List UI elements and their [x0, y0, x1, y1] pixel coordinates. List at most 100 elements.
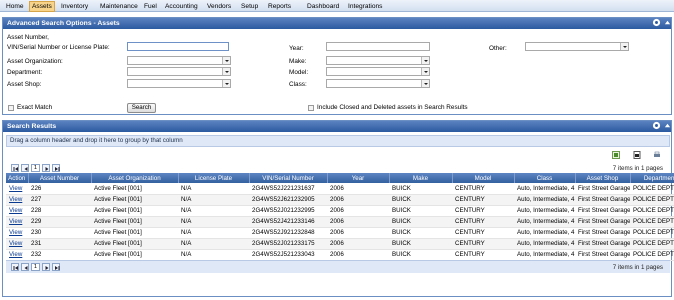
- view-link[interactable]: View: [9, 207, 22, 214]
- class-cell: Auto, Intermediate, 4 (: [514, 194, 575, 206]
- first-page-button[interactable]: [11, 263, 19, 271]
- menu-maintenance[interactable]: Maintenance: [98, 2, 140, 11]
- asset-shop-select[interactable]: [127, 79, 231, 88]
- page-number[interactable]: 1: [31, 263, 40, 271]
- pager-top: 1: [11, 164, 91, 173]
- prev-page-icon: [24, 167, 28, 171]
- vin-cell: 2G4WS52J221231637: [249, 183, 327, 195]
- next-page-button[interactable]: [42, 164, 50, 172]
- collapse-arrow-icon[interactable]: [664, 19, 671, 26]
- model-cell: CENTURY: [452, 227, 514, 239]
- vin-cell: 2G4WS52J421233146: [249, 216, 327, 228]
- last-page-button[interactable]: [52, 164, 60, 172]
- menu-setup[interactable]: Setup: [239, 2, 260, 11]
- search-results-title: Search Results: [7, 123, 57, 130]
- chevron-down-icon: [620, 43, 628, 50]
- asset-shop-label: Asset Shop:: [7, 81, 42, 88]
- collapse-arrow-icon[interactable]: [664, 122, 671, 129]
- model-select[interactable]: [326, 67, 430, 76]
- action-cell: View: [6, 205, 28, 217]
- asset-organization-select[interactable]: [127, 56, 231, 65]
- chevron-down-icon: [222, 68, 230, 75]
- department-cell: POLICE DEPT [81]: [630, 205, 674, 217]
- export-excel-icon[interactable]: [612, 151, 620, 159]
- column-header-asset-shop[interactable]: Asset Shop: [575, 173, 631, 183]
- vin-cell: 2G4WS52J021232995: [249, 205, 327, 217]
- first-page-icon: [13, 266, 18, 270]
- export-pdf-icon[interactable]: [633, 151, 641, 159]
- asset-shop-cell: First Street Garage-FIR: [575, 194, 630, 206]
- advanced-search-title: Advanced Search Options - Assets: [7, 20, 120, 27]
- year-input[interactable]: [326, 42, 430, 51]
- vin-search-input[interactable]: [127, 42, 229, 51]
- gear-icon[interactable]: [652, 121, 661, 130]
- asset-number-cell: 231: [28, 238, 91, 250]
- department-cell: POLICE DEPT [81]: [630, 238, 674, 250]
- asset-organization-cell: Active Fleet [001]: [91, 227, 178, 239]
- view-link[interactable]: View: [9, 240, 22, 247]
- make-cell: BUICK: [389, 227, 452, 239]
- model-cell: CENTURY: [452, 249, 514, 261]
- column-header-vin[interactable]: VIN/Serial Number: [249, 173, 328, 183]
- menu-reports[interactable]: Reports: [266, 2, 293, 11]
- menu-assets[interactable]: Assets: [29, 1, 55, 12]
- menu-dashboard[interactable]: Dashboard: [305, 2, 341, 11]
- column-header-asset-organization[interactable]: Asset Organization: [91, 173, 179, 183]
- year-cell: 2006: [327, 205, 389, 217]
- action-cell: View: [6, 249, 28, 261]
- view-link[interactable]: View: [9, 185, 22, 192]
- column-header-make[interactable]: Make: [389, 173, 453, 183]
- view-link[interactable]: View: [9, 196, 22, 203]
- asset-number-cell: 226: [28, 183, 91, 195]
- column-header-department[interactable]: Department: [630, 173, 674, 183]
- menu-integrations[interactable]: Integrations: [346, 2, 384, 11]
- first-page-button[interactable]: [11, 164, 19, 172]
- department-cell: POLICE DEPT [81]: [630, 249, 674, 261]
- column-header-license-plate[interactable]: License Plate: [178, 173, 250, 183]
- table-row: View 227 Active Fleet [001] N/A 2G4WS52J…: [6, 194, 674, 206]
- prev-page-button[interactable]: [21, 164, 29, 172]
- menu-accounting[interactable]: Accounting: [163, 2, 200, 11]
- last-page-button[interactable]: [52, 263, 60, 271]
- results-table: Action Asset Number Asset Organization L…: [6, 173, 674, 261]
- last-page-icon: [55, 266, 60, 270]
- class-cell: Auto, Intermediate, 4 (: [514, 249, 575, 261]
- exact-match-checkbox[interactable]: [8, 105, 14, 111]
- menu-fuel[interactable]: Fuel: [142, 2, 159, 11]
- column-header-class[interactable]: Class: [514, 173, 576, 183]
- column-header-year[interactable]: Year: [327, 173, 390, 183]
- search-button[interactable]: Search: [127, 103, 156, 113]
- page-number[interactable]: 1: [31, 164, 40, 172]
- view-link[interactable]: View: [9, 229, 22, 236]
- include-closed-checkbox[interactable]: [308, 105, 314, 111]
- vin-cell: 2G4WS52J521233043: [249, 249, 327, 261]
- department-select[interactable]: [127, 67, 231, 76]
- column-header-model[interactable]: Model: [452, 173, 515, 183]
- column-header-action[interactable]: Action: [6, 173, 29, 183]
- vin-cell: 2G4WS52J621232905: [249, 194, 327, 206]
- view-link[interactable]: View: [9, 251, 22, 258]
- group-by-hint: Drag a column header and drop it here to…: [10, 137, 183, 144]
- prev-page-button[interactable]: [21, 263, 29, 271]
- class-select[interactable]: [326, 79, 430, 88]
- action-cell: View: [6, 238, 28, 250]
- asset-organization-cell: Active Fleet [001]: [91, 194, 178, 206]
- column-header-asset-number[interactable]: Asset Number: [28, 173, 92, 183]
- asset-organization-cell: Active Fleet [001]: [91, 183, 178, 195]
- view-link[interactable]: View: [9, 218, 22, 225]
- action-cell: View: [6, 227, 28, 239]
- group-by-drop-area[interactable]: Drag a column header and drop it here to…: [6, 135, 670, 147]
- advanced-search-panel: Advanced Search Options - Assets Asset N…: [2, 17, 672, 115]
- chevron-down-icon: [421, 68, 429, 75]
- make-select[interactable]: [326, 56, 430, 65]
- make-cell: BUICK: [389, 249, 452, 261]
- make-cell: BUICK: [389, 183, 452, 195]
- asset-number-cell: 229: [28, 216, 91, 228]
- next-page-button[interactable]: [42, 263, 50, 271]
- gear-icon[interactable]: [652, 18, 661, 27]
- other-select[interactable]: [525, 42, 629, 51]
- menu-vendors[interactable]: Vendors: [205, 2, 233, 11]
- print-icon[interactable]: [653, 151, 661, 159]
- menu-home[interactable]: Home: [4, 2, 26, 11]
- menu-inventory[interactable]: Inventory: [59, 2, 90, 11]
